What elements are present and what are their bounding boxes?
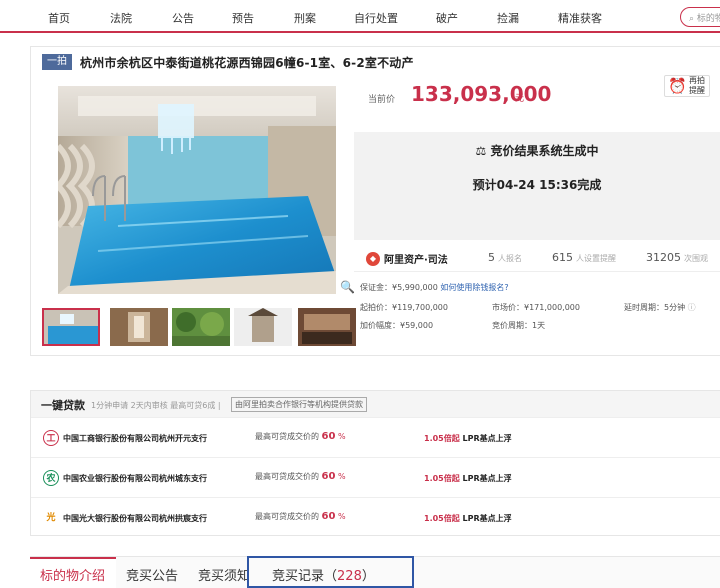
loan-subtitle: 1分钟申请 2天内审核 最高可贷6成 | (91, 401, 221, 410)
bank-rate: 1.05倍起 LPR基点上浮 (424, 514, 512, 523)
nav-item-precise-customer[interactable]: 精准获客 (558, 10, 602, 26)
thumbnail-hallway[interactable] (110, 308, 168, 346)
tab-bidding-notice[interactable]: 竞买公告 (126, 565, 178, 584)
loan-section: 一键贷款 1分钟申请 2天内审核 最高可贷6成 | 由阿里拍卖合作银行等机构提供… (30, 390, 720, 536)
bidding-status-text: 竞价结果系统生成中 (490, 144, 599, 158)
thumbnail-exterior[interactable] (234, 308, 292, 346)
bidding-status-title: ⚖ 竞价结果系统生成中 (354, 142, 720, 159)
re-auction-reminder-label: 再拍提醒 (689, 76, 705, 95)
auction-round-badge: 一拍 (42, 54, 72, 70)
auction-stats-row: ◆ 阿里资产·司法 5 人报名 615 人设置提醒 31205 次围观 (354, 244, 720, 272)
loan-title: 一键贷款 (41, 399, 85, 412)
current-price-value: 133,093,000 (411, 82, 552, 106)
platform-brand[interactable]: ◆ 阿里资产·司法 (366, 251, 448, 266)
nav-item-bankruptcy[interactable]: 破产 (436, 10, 458, 26)
top-navigation: 首页 法院 公告 预告 刑案 自行处置 破产 捡漏 精准获客 ⌕ 标的物 (0, 0, 720, 33)
nav-item-bargain[interactable]: 捡漏 (497, 10, 519, 26)
bank-rate: 1.05倍起 LPR基点上浮 (424, 474, 512, 483)
bank-name: 中国工商银行股份有限公司杭州开元支行 (63, 434, 207, 443)
search-placeholder: 标的物 (696, 14, 720, 24)
gavel-icon: ⚖ (475, 144, 487, 158)
detail-tabs: 标的物介绍 竞买公告 竞买须知 竞买记录（228） (30, 556, 720, 588)
icbc-logo-icon: 工 (43, 430, 59, 446)
nav-item-criminal[interactable]: 刑案 (294, 10, 316, 26)
thumbnail-pool[interactable] (42, 308, 100, 346)
current-price-unit: 元 (515, 94, 525, 104)
platform-brand-label: 阿里资产·司法 (384, 255, 448, 266)
loan-header: 一键贷款 1分钟申请 2天内审核 最高可贷6成 | 由阿里拍卖合作银行等机构提供… (31, 391, 720, 417)
signup-count: 5 人报名 (488, 251, 522, 264)
bidding-status-box: ⚖ 竞价结果系统生成中 预计04-24 15:36完成 (354, 132, 720, 240)
bidding-cycle: 竞价周期：1天 (492, 321, 546, 330)
nav-item-preview[interactable]: 预告 (232, 10, 254, 26)
tab-bidding-terms[interactable]: 竞买须知 (198, 565, 250, 584)
bank-rate: 1.05倍起 LPR基点上浮 (424, 434, 512, 443)
re-auction-reminder-button[interactable]: ⏰ 再拍提醒 (664, 75, 710, 97)
bank-max-loan: 最高可贷成交价的 60 % (255, 471, 346, 482)
abc-logo-icon: 农 (43, 470, 59, 486)
zoom-icon[interactable]: 🔍 (340, 280, 355, 294)
ceb-logo-icon: 光 (46, 513, 56, 523)
ali-assets-logo-icon: ◆ (366, 251, 380, 266)
start-price: 起拍价：¥119,700,000 (360, 303, 448, 312)
lot-title: 杭州市余杭区中泰街道桃花源西锦园6幢6-1室、6-2室不动产 (80, 55, 414, 70)
lot-title-bar: 一拍 杭州市余杭区中泰街道桃花源西锦园6幢6-1室、6-2室不动产 (42, 53, 414, 71)
loan-provider-tag: 由阿里拍卖合作银行等机构提供贷款 (231, 397, 367, 412)
reminder-count: 615 人设置提醒 (552, 251, 616, 264)
nav-item-home[interactable]: 首页 (48, 10, 70, 26)
deposit-info: 保证金：¥5,990,000 如何使用除钱报名? (360, 282, 509, 293)
main-property-image[interactable] (58, 86, 336, 294)
help-icon[interactable]: ⓘ (688, 303, 696, 312)
view-count: 31205 次围观 (646, 251, 708, 264)
thumbnail-living-room[interactable] (298, 308, 356, 346)
search-input[interactable]: ⌕ 标的物 (680, 7, 720, 27)
bank-row[interactable]: 工 中国工商银行股份有限公司杭州开元支行 最高可贷成交价的 60 % 1.05倍… (31, 417, 720, 457)
bank-name: 中国光大银行股份有限公司杭州拱宸支行 (63, 514, 207, 523)
bank-row[interactable]: 农 中国农业银行股份有限公司杭州城东支行 最高可贷成交价的 60 % 1.05倍… (31, 457, 720, 497)
nav-item-announcement[interactable]: 公告 (172, 10, 194, 26)
bank-row[interactable]: 光 中国光大银行股份有限公司杭州拱宸支行 最高可贷成交价的 60 % 1.05倍… (31, 497, 720, 537)
bank-max-loan: 最高可贷成交价的 60 % (255, 431, 346, 442)
delay-period: 延时周期：5分钟 ⓘ (624, 303, 696, 312)
tab-bidding-records[interactable]: 竞买记录（228） (272, 565, 375, 584)
bank-name: 中国农业银行股份有限公司杭州城东支行 (63, 474, 207, 483)
bank-max-loan: 最高可贷成交价的 60 % (255, 511, 346, 522)
tab-lot-intro[interactable]: 标的物介绍 (40, 565, 105, 584)
expected-completion-time: 预计04-24 15:36完成 (472, 178, 602, 192)
deposit-text: 保证金：¥5,990,000 (360, 283, 438, 292)
deposit-help-link[interactable]: 如何使用除钱报名? (440, 283, 508, 292)
search-icon: ⌕ (689, 14, 695, 24)
bid-increment: 加价幅度：¥59,000 (360, 321, 434, 330)
current-price-label: 当前价 (368, 95, 396, 105)
thumbnail-garden[interactable] (172, 308, 230, 346)
alarm-clock-icon: ⏰ (668, 77, 687, 95)
market-price: 市场价：¥171,000,000 (492, 303, 580, 312)
nav-item-self-disposal[interactable]: 自行处置 (354, 10, 398, 26)
nav-item-court[interactable]: 法院 (110, 10, 132, 26)
